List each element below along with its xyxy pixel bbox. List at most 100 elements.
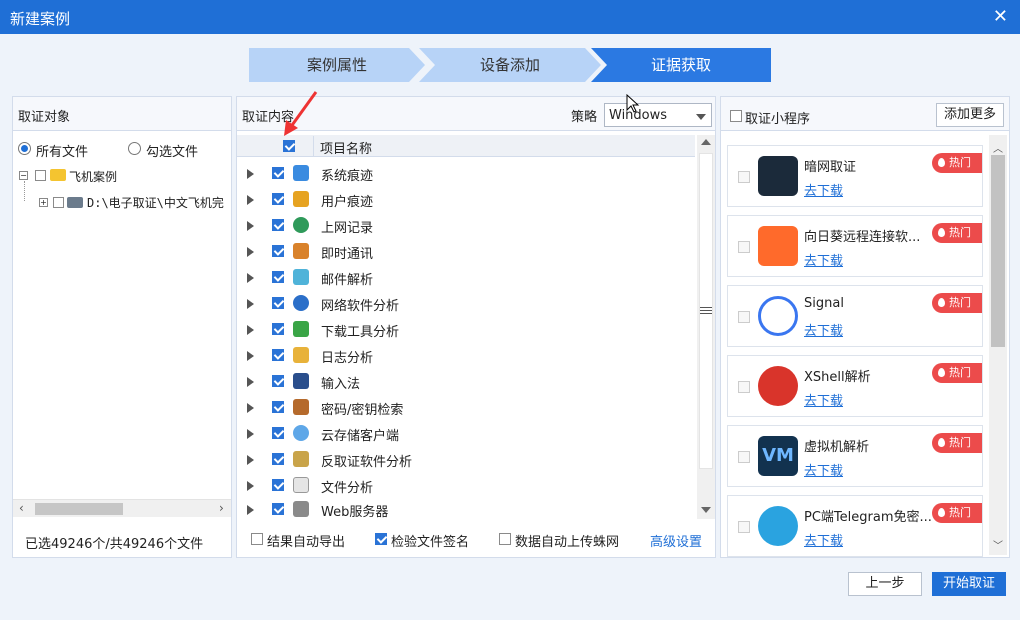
option-auto-export[interactable]: 结果自动导出: [251, 531, 363, 550]
close-icon[interactable]: ✕: [993, 6, 1008, 27]
expand-icon[interactable]: [247, 247, 254, 257]
step-device-add[interactable]: 设备添加: [419, 48, 601, 82]
row-checkbox[interactable]: [272, 503, 284, 515]
table-row[interactable]: 系统痕迹: [237, 161, 695, 187]
table-row[interactable]: 输入法: [237, 369, 695, 395]
scroll-down-icon[interactable]: [701, 507, 711, 513]
applet-card[interactable]: XShell解析 去下载 热门: [727, 355, 983, 417]
content-v-scrollbar[interactable]: [697, 135, 715, 519]
applet-checkbox[interactable]: [738, 241, 750, 253]
advanced-settings-link[interactable]: 高级设置: [650, 531, 702, 550]
applet-checkbox[interactable]: [738, 381, 750, 393]
expand-icon[interactable]: [247, 273, 254, 283]
expand-icon[interactable]: [247, 325, 254, 335]
applet-checkbox[interactable]: [738, 451, 750, 463]
scroll-left-icon[interactable]: ‹: [19, 501, 24, 515]
auto-upload-checkbox[interactable]: [499, 533, 511, 545]
table-row[interactable]: 反取证软件分析: [237, 447, 695, 473]
scroll-thumb[interactable]: [699, 153, 713, 469]
radio-selected-files[interactable]: 勾选文件: [128, 141, 228, 160]
applet-checkbox[interactable]: [738, 521, 750, 533]
row-checkbox[interactable]: [272, 245, 284, 257]
row-checkbox[interactable]: [272, 297, 284, 309]
option-auto-upload[interactable]: 数据自动上传蛛网: [499, 531, 631, 550]
applets-v-scrollbar[interactable]: ︿ ﹀: [989, 135, 1007, 555]
applet-card[interactable]: Signal 去下载 热门: [727, 285, 983, 347]
step-case-properties[interactable]: 案例属性: [249, 48, 425, 82]
expand-icon[interactable]: [247, 221, 254, 231]
radio-all-files[interactable]: 所有文件: [18, 141, 118, 160]
table-row[interactable]: 网络软件分析: [237, 291, 695, 317]
download-link[interactable]: 去下载: [804, 320, 843, 339]
radio-all-icon[interactable]: [18, 142, 31, 155]
previous-step-button[interactable]: 上一步: [848, 572, 922, 596]
download-link[interactable]: 去下载: [804, 460, 843, 479]
row-checkbox[interactable]: [272, 219, 284, 231]
radio-sel-icon[interactable]: [128, 142, 141, 155]
row-checkbox[interactable]: [272, 271, 284, 283]
applet-card[interactable]: 暗网取证 去下载 热门: [727, 145, 983, 207]
option-verify-signature[interactable]: 检验文件签名: [375, 531, 487, 550]
expand-icon[interactable]: [247, 195, 254, 205]
download-link[interactable]: 去下载: [804, 530, 843, 549]
start-acquisition-button[interactable]: 开始取证: [932, 572, 1006, 596]
auto-export-checkbox[interactable]: [251, 533, 263, 545]
expand-icon[interactable]: [247, 505, 254, 515]
table-row[interactable]: 密码/密钥检索: [237, 395, 695, 421]
applet-card[interactable]: 向日葵远程连接软... 去下载 热门: [727, 215, 983, 277]
table-row[interactable]: 即时通讯: [237, 239, 695, 265]
scroll-up-icon[interactable]: [701, 139, 711, 145]
tree-root-checkbox[interactable]: [35, 170, 46, 181]
download-link[interactable]: 去下载: [804, 250, 843, 269]
expand-icon[interactable]: [247, 455, 254, 465]
verify-signature-checkbox[interactable]: [375, 533, 387, 545]
row-checkbox[interactable]: [272, 453, 284, 465]
expand-icon[interactable]: [247, 351, 254, 361]
select-all-checkbox[interactable]: [283, 140, 295, 152]
row-checkbox[interactable]: [272, 375, 284, 387]
step-evidence-acquire[interactable]: 证据获取: [591, 48, 771, 82]
applet-card[interactable]: VM 虚拟机解析 去下载 热门: [727, 425, 983, 487]
applets-checkbox[interactable]: [730, 110, 742, 122]
row-checkbox[interactable]: [272, 427, 284, 439]
row-checkbox[interactable]: [272, 167, 284, 179]
strategy-select[interactable]: Windows: [604, 103, 712, 127]
tree-root-label[interactable]: 飞机案例: [69, 168, 117, 185]
table-row[interactable]: 用户痕迹: [237, 187, 695, 213]
table-row[interactable]: 下载工具分析: [237, 317, 695, 343]
chevron-down-icon[interactable]: [696, 114, 706, 120]
scroll-up-icon[interactable]: ︿: [993, 140, 1003, 155]
applet-card[interactable]: PC端Telegram免密... 去下载 热门: [727, 495, 983, 557]
applet-checkbox[interactable]: [738, 311, 750, 323]
expand-icon[interactable]: [247, 429, 254, 439]
applet-checkbox[interactable]: [738, 171, 750, 183]
add-more-button[interactable]: 添加更多: [936, 103, 1004, 127]
table-row[interactable]: 上网记录: [237, 213, 695, 239]
scroll-thumb[interactable]: [991, 155, 1005, 347]
expand-icon[interactable]: [247, 481, 254, 491]
tree-child-checkbox[interactable]: [53, 197, 64, 208]
scroll-thumb[interactable]: [35, 503, 123, 515]
scroll-right-icon[interactable]: ›: [219, 501, 224, 515]
download-link[interactable]: 去下载: [804, 390, 843, 409]
expand-icon[interactable]: [247, 403, 254, 413]
table-row[interactable]: 日志分析: [237, 343, 695, 369]
table-row[interactable]: Web服务器: [237, 499, 695, 519]
row-checkbox[interactable]: [272, 323, 284, 335]
row-checkbox[interactable]: [272, 401, 284, 413]
row-checkbox[interactable]: [272, 479, 284, 491]
expand-icon[interactable]: [247, 299, 254, 309]
tree-child-label[interactable]: D:\电子取证\中文飞机完: [87, 194, 231, 211]
row-checkbox[interactable]: [272, 193, 284, 205]
scroll-down-icon[interactable]: ﹀: [993, 537, 1003, 552]
tree-expand-icon[interactable]: +: [39, 198, 48, 207]
download-link[interactable]: 去下载: [804, 180, 843, 199]
expand-icon[interactable]: [247, 377, 254, 387]
expand-icon[interactable]: [247, 169, 254, 179]
table-row[interactable]: 邮件解析: [237, 265, 695, 291]
table-row[interactable]: 云存储客户端: [237, 421, 695, 447]
left-h-scrollbar[interactable]: ‹ ›: [13, 499, 231, 517]
row-checkbox[interactable]: [272, 349, 284, 361]
tree-collapse-icon[interactable]: −: [19, 171, 28, 180]
table-row[interactable]: 文件分析: [237, 473, 695, 499]
